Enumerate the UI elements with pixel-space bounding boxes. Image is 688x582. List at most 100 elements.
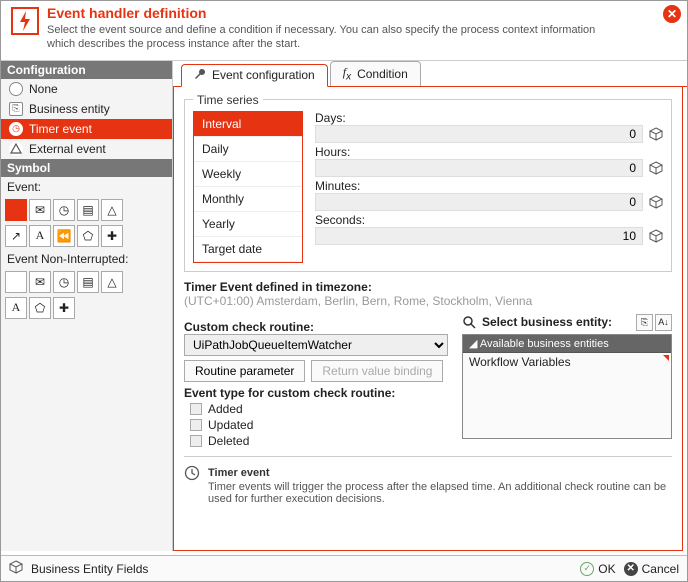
ni-symbol-blank[interactable]	[5, 271, 27, 293]
checkbox-deleted[interactable]	[190, 435, 202, 447]
checkbox-label: Deleted	[208, 434, 249, 448]
select-entity-label: Select business entity:	[482, 315, 612, 329]
ni-symbol-pentagon-icon[interactable]: ⬠	[29, 297, 51, 319]
custom-routine-label: Custom check routine:	[184, 320, 448, 334]
ni-symbol-clock-icon[interactable]: ◷	[53, 271, 75, 293]
cfg-label: None	[29, 82, 58, 96]
timezone-label: Timer Event defined in timezone:	[184, 280, 672, 294]
main-panel: Event configuration fx Condition Time se…	[173, 61, 687, 551]
tab-label: Event configuration	[212, 68, 315, 82]
minutes-input[interactable]	[315, 193, 643, 211]
hours-input[interactable]	[315, 159, 643, 177]
cfg-item-none[interactable]: None	[1, 79, 172, 99]
entity-item-workflow-variables[interactable]: Workflow Variables	[463, 353, 671, 371]
ni-symbol-envelope-icon[interactable]: ✉	[29, 271, 51, 293]
dialog-footer: Business Entity Fields ✓ OK ✕ Cancel	[1, 555, 687, 581]
link-icon: ⎘	[9, 102, 23, 116]
symbol-plus-icon[interactable]: ✚	[101, 225, 123, 247]
configuration-header: Configuration	[1, 61, 172, 79]
symbol-rewind-icon[interactable]: ⏪	[53, 225, 75, 247]
cube-icon[interactable]	[649, 127, 663, 141]
return-value-binding-button[interactable]: Return value binding	[311, 360, 443, 382]
minutes-label: Minutes:	[315, 179, 663, 193]
cube-icon[interactable]	[649, 161, 663, 175]
time-series-legend: Time series	[193, 93, 263, 107]
sidebar: Configuration None ⎘ Business entity ◷ T…	[1, 61, 173, 551]
filter-entity-button[interactable]: ⎘	[636, 314, 653, 331]
event-type-label: Event type for custom check routine:	[184, 386, 448, 400]
ni-symbol-a-icon[interactable]: A	[5, 297, 27, 319]
routine-parameter-button[interactable]: Routine parameter	[184, 360, 305, 382]
clock-icon	[184, 465, 200, 481]
symbol-envelope-icon[interactable]: ✉	[29, 199, 51, 221]
cfg-item-external-event[interactable]: External event	[1, 139, 172, 159]
cfg-item-business-entity[interactable]: ⎘ Business entity	[1, 99, 172, 119]
sort-entity-button[interactable]: A↓	[655, 314, 672, 331]
symbol-list-icon[interactable]: ▤	[77, 199, 99, 221]
custom-routine-select[interactable]: UiPathJobQueueItemWatcher	[184, 334, 448, 356]
cancel-label: Cancel	[642, 562, 679, 576]
event-noninterrupted-label: Event Non-Interrupted:	[1, 249, 172, 269]
period-target-date[interactable]: Target date	[194, 237, 302, 262]
cfg-label: Business entity	[29, 102, 110, 116]
period-daily[interactable]: Daily	[194, 137, 302, 162]
cfg-label: Timer event	[29, 122, 92, 136]
clock-icon: ◷	[9, 122, 23, 136]
time-series-fieldset: Time series Interval Daily Weekly Monthl…	[184, 93, 672, 272]
circle-icon	[9, 82, 23, 96]
tab-content: Time series Interval Daily Weekly Monthl…	[173, 87, 683, 551]
dialog-header: Event handler definition Select the even…	[1, 1, 687, 61]
period-weekly[interactable]: Weekly	[194, 162, 302, 187]
cube-icon	[9, 560, 23, 577]
period-monthly[interactable]: Monthly	[194, 187, 302, 212]
search-icon[interactable]	[462, 315, 476, 329]
wrench-icon	[194, 68, 206, 83]
symbol-solid[interactable]	[5, 199, 27, 221]
symbol-header: Symbol	[1, 159, 172, 177]
symbol-a-icon[interactable]: A	[29, 225, 51, 247]
ni-symbol-triangle-icon[interactable]: △	[101, 271, 123, 293]
seconds-input[interactable]	[315, 227, 643, 245]
symbol-triangle-icon[interactable]: △	[101, 199, 123, 221]
bolt-icon	[9, 5, 41, 37]
symbol-clock-icon[interactable]: ◷	[53, 199, 75, 221]
hours-label: Hours:	[315, 145, 663, 159]
ok-label: OK	[598, 562, 615, 576]
cancel-icon: ✕	[624, 562, 638, 576]
dialog-subtitle: Select the event source and define a con…	[47, 23, 607, 52]
symbol-nearrow-icon[interactable]: ↗	[5, 225, 27, 247]
timer-footer: Timer event Timer events will trigger th…	[184, 465, 672, 507]
dialog-title: Event handler definition	[47, 5, 607, 21]
checkbox-added[interactable]	[190, 403, 202, 415]
timezone-value: (UTC+01:00) Amsterdam, Berlin, Bern, Rom…	[184, 294, 672, 308]
triangle-icon	[9, 142, 23, 156]
cube-icon[interactable]	[649, 229, 663, 243]
close-icon[interactable]: ✕	[663, 5, 681, 23]
cfg-label: External event	[29, 142, 106, 156]
checkbox-label: Updated	[208, 418, 253, 432]
check-icon: ✓	[580, 562, 594, 576]
ni-symbol-list-icon[interactable]: ▤	[77, 271, 99, 293]
period-yearly[interactable]: Yearly	[194, 212, 302, 237]
checkbox-updated[interactable]	[190, 419, 202, 431]
symbol-pentagon-icon[interactable]: ⬠	[77, 225, 99, 247]
event-label: Event:	[1, 177, 172, 197]
ni-symbol-plus-icon[interactable]: ✚	[53, 297, 75, 319]
timer-foot-title: Timer event	[208, 467, 672, 479]
divider	[184, 456, 672, 457]
entity-group-header[interactable]: ◢ Available business entities	[463, 335, 671, 353]
tab-label: Condition	[357, 67, 408, 81]
tab-event-configuration[interactable]: Event configuration	[181, 64, 328, 87]
cube-icon[interactable]	[649, 195, 663, 209]
cancel-button[interactable]: ✕ Cancel	[624, 562, 679, 576]
period-list: Interval Daily Weekly Monthly Yearly Tar…	[193, 111, 303, 263]
days-input[interactable]	[315, 125, 643, 143]
tabs-bar: Event configuration fx Condition	[173, 61, 687, 87]
timer-foot-desc: Timer events will trigger the process af…	[208, 481, 672, 505]
fx-icon: fx	[343, 65, 351, 82]
ok-button[interactable]: ✓ OK	[580, 562, 615, 576]
period-interval[interactable]: Interval	[194, 112, 302, 137]
cfg-item-timer-event[interactable]: ◷ Timer event	[1, 119, 172, 139]
footer-left-label[interactable]: Business Entity Fields	[31, 562, 148, 576]
tab-condition[interactable]: fx Condition	[330, 61, 421, 85]
